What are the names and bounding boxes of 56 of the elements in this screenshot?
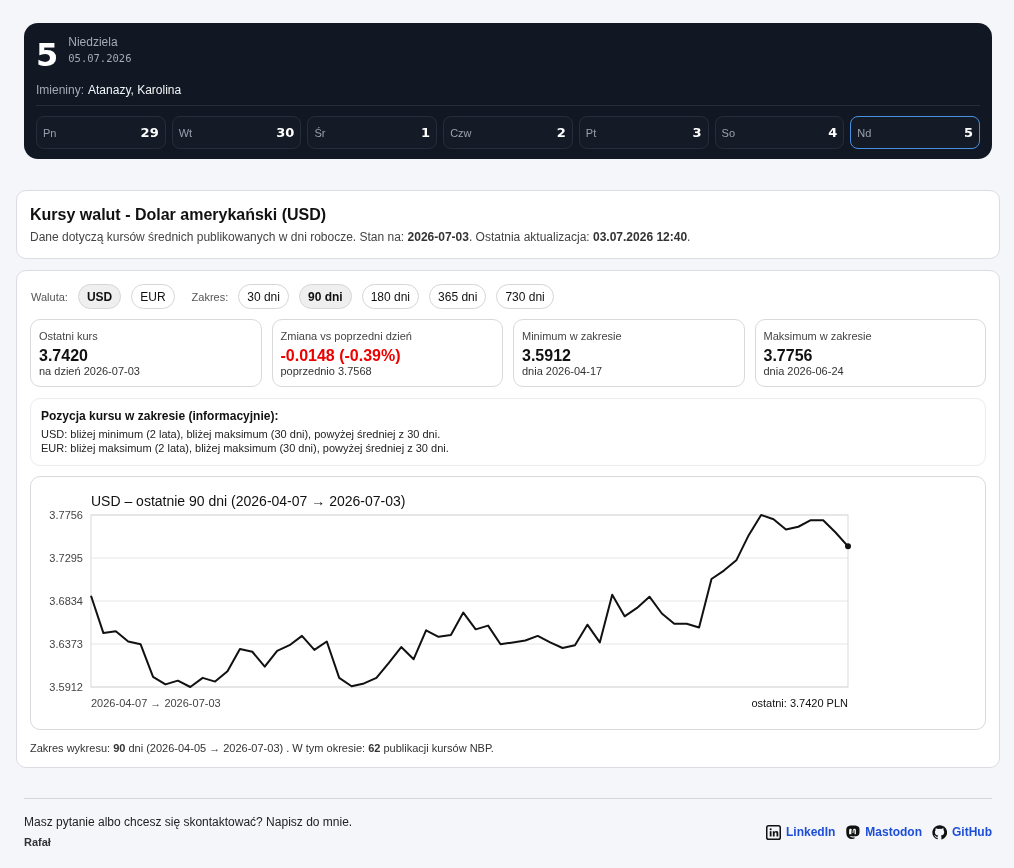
weekday-tile[interactable]: Nd 5 bbox=[850, 116, 980, 149]
info-line: USD: bliżej minimum (2 lata), bliżej maksimum (30 dni), powyżej średniej z 30 dni. bbox=[41, 427, 442, 441]
y-tick-label: 3.5912 bbox=[49, 681, 83, 693]
stat-note: poprzednio 3.7568 bbox=[280, 365, 373, 378]
page-description: Dane dotyczą kursów średnich publikowanych w dni robocze. Stan na: 2026-07-03. Ostatnia aktualizacja: 03.07.2026 12:40. bbox=[30, 230, 692, 245]
range-button[interactable]: 180 dni bbox=[361, 284, 420, 309]
day-number: 5 bbox=[36, 39, 59, 71]
y-tick-label: 3.7756 bbox=[49, 509, 83, 521]
social-link[interactable]: Mastodon bbox=[845, 824, 922, 840]
stat-label: Ostatni kurs bbox=[39, 329, 99, 343]
full-date: 05.07.2026 bbox=[68, 51, 132, 65]
info-line: EUR: bliżej maksimum (2 lata), bliżej maksimum (30 dni), powyżej średniej z 30 dni. bbox=[41, 441, 450, 455]
stat-note: dnia 2026-04-17 bbox=[522, 365, 604, 378]
chart-footnote: Zakres wykresu: 90 dni (2026-04-05 → 2026-07-03) . W tym okresie: 62 publikacji kursów NBP. bbox=[30, 741, 495, 755]
page-title: Kursy walut - Dolar amerykański (USD) bbox=[30, 205, 328, 225]
nameday-label: Imieniny: bbox=[36, 83, 85, 97]
range-button[interactable]: 730 dni bbox=[496, 284, 554, 309]
currency-button[interactable]: USD bbox=[77, 284, 122, 309]
y-tick-label: 3.7295 bbox=[49, 552, 83, 564]
social-link[interactable]: GitHub bbox=[932, 824, 992, 840]
github-icon bbox=[932, 824, 947, 840]
last-point-icon bbox=[845, 543, 851, 550]
stat-value: 3.7756 bbox=[763, 346, 814, 365]
author-name: Rafał bbox=[24, 835, 52, 849]
weekday-tile[interactable]: Pt 3 bbox=[578, 116, 709, 149]
currency-label: Waluta: bbox=[31, 290, 68, 303]
currency-button[interactable]: EUR bbox=[131, 284, 175, 309]
weekday-tile[interactable]: Śr 1 bbox=[307, 116, 438, 149]
weekday-tile[interactable]: Czw 2 bbox=[443, 116, 573, 149]
stat-value: 3.5912 bbox=[522, 346, 572, 365]
stat-value: -0.0148 (-0.39%) bbox=[280, 346, 402, 365]
weekday-tile[interactable]: So 4 bbox=[714, 116, 845, 149]
range-button[interactable]: 30 dni bbox=[238, 284, 289, 309]
last-reading: ostatni: 3.7420 PLN bbox=[751, 697, 848, 709]
stat-note: dnia 2026-06-24 bbox=[763, 365, 845, 378]
stat-label: Maksimum w zakresie bbox=[763, 329, 873, 343]
stat-value: 3.7420 bbox=[39, 346, 89, 365]
contact-message: Masz pytanie albo chcesz się skontaktować? Napisz do mnie. bbox=[24, 815, 353, 829]
stat-note: na dzień 2026-07-03 bbox=[39, 365, 141, 378]
linkedin-icon bbox=[766, 824, 781, 840]
range-button[interactable]: 90 dni bbox=[298, 284, 352, 309]
stat-label: Minimum w zakresie bbox=[522, 329, 623, 343]
chart-title: USD – ostatnie 90 dni (2026-04-07 → 2026-07-03) bbox=[91, 493, 406, 509]
range-label: Zakres: bbox=[191, 290, 229, 303]
info-title: Pozycja kursu w zakresie (informacyjnie): bbox=[41, 408, 280, 424]
weekday-tile[interactable]: Wt 30 bbox=[171, 116, 302, 149]
social-link[interactable]: LinkedIn bbox=[766, 824, 836, 840]
range-button[interactable]: 365 dni bbox=[429, 284, 487, 309]
weekday-tile[interactable]: Pn 29 bbox=[36, 116, 166, 149]
mastodon-icon bbox=[845, 824, 861, 840]
x-axis-label: 2026-04-07 → 2026-07-03 bbox=[91, 697, 221, 709]
y-tick-label: 3.6834 bbox=[49, 595, 83, 607]
nameday-names: Atanazy, Karolina bbox=[88, 83, 182, 97]
y-tick-label: 3.6373 bbox=[49, 638, 83, 650]
stat-label: Zmiana vs poprzedni dzień bbox=[280, 329, 413, 343]
weekday-name: Niedziela bbox=[68, 35, 119, 49]
